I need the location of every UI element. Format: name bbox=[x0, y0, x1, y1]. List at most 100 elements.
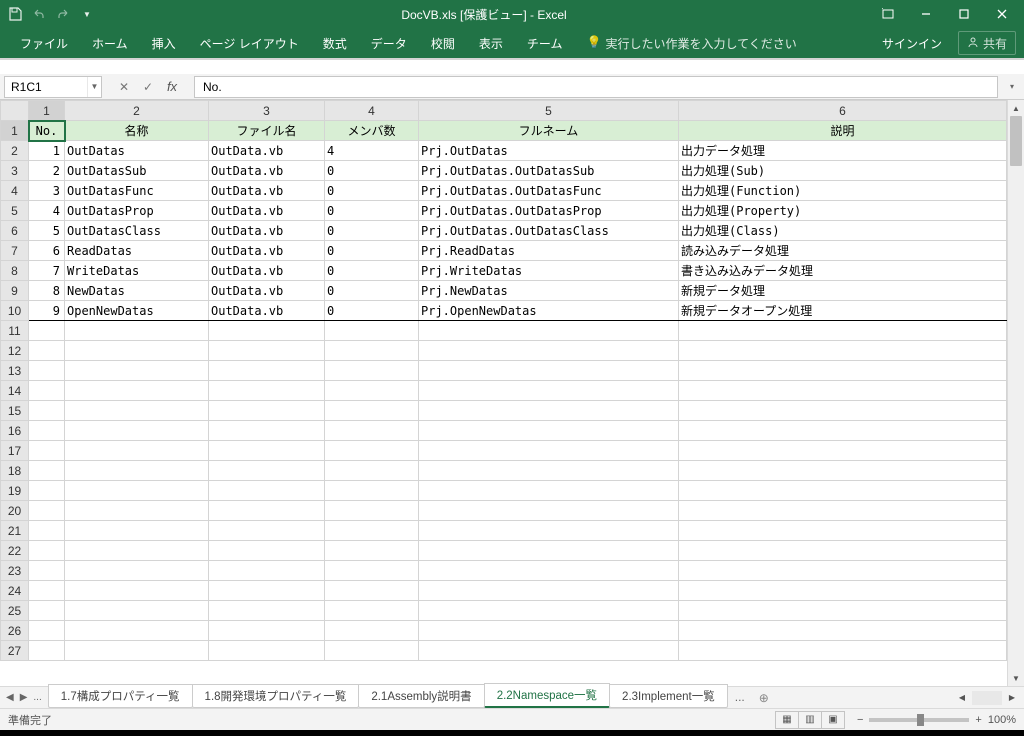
cell[interactable]: 説明 bbox=[679, 121, 1007, 141]
cell[interactable]: 名称 bbox=[65, 121, 209, 141]
name-box[interactable] bbox=[5, 77, 87, 97]
cell[interactable] bbox=[679, 321, 1007, 341]
cell[interactable] bbox=[65, 361, 209, 381]
cell[interactable] bbox=[419, 641, 679, 661]
cell[interactable] bbox=[209, 321, 325, 341]
cell[interactable] bbox=[209, 401, 325, 421]
cell[interactable] bbox=[29, 481, 65, 501]
cell[interactable] bbox=[325, 361, 419, 381]
row-header[interactable]: 26 bbox=[1, 621, 29, 641]
cell[interactable] bbox=[325, 601, 419, 621]
row-header[interactable]: 4 bbox=[1, 181, 29, 201]
sheet-tab[interactable]: 2.2Namespace一覧 bbox=[484, 683, 610, 708]
cell[interactable]: OutDatasClass bbox=[65, 221, 209, 241]
cell[interactable]: No. bbox=[29, 121, 65, 141]
minimize-button[interactable] bbox=[908, 2, 944, 26]
cell[interactable]: 0 bbox=[325, 261, 419, 281]
tab-view[interactable]: 表示 bbox=[467, 28, 515, 58]
cell[interactable] bbox=[29, 341, 65, 361]
fx-icon[interactable]: fx bbox=[162, 77, 182, 97]
cell[interactable] bbox=[679, 601, 1007, 621]
row-header[interactable]: 19 bbox=[1, 481, 29, 501]
tab-nav-prev-icon[interactable]: ◀ bbox=[6, 692, 14, 703]
cell[interactable] bbox=[679, 421, 1007, 441]
cell[interactable] bbox=[29, 601, 65, 621]
view-pagelayout-icon[interactable]: ▥ bbox=[798, 711, 822, 729]
cell[interactable] bbox=[679, 561, 1007, 581]
cell[interactable]: OpenNewDatas bbox=[65, 301, 209, 321]
grid[interactable]: 1234561No.名称ファイル名メンバ数フルネーム説明21OutDatasOu… bbox=[0, 100, 1007, 686]
share-button[interactable]: 共有 bbox=[958, 31, 1016, 55]
tab-insert[interactable]: 挿入 bbox=[140, 28, 188, 58]
cell[interactable] bbox=[209, 441, 325, 461]
cell[interactable]: OutDatasSub bbox=[65, 161, 209, 181]
cell[interactable] bbox=[325, 561, 419, 581]
row-header[interactable]: 21 bbox=[1, 521, 29, 541]
cell[interactable] bbox=[209, 481, 325, 501]
cell[interactable] bbox=[29, 321, 65, 341]
cell[interactable]: OutDatasFunc bbox=[65, 181, 209, 201]
row-header[interactable]: 11 bbox=[1, 321, 29, 341]
cell[interactable] bbox=[419, 421, 679, 441]
cell[interactable] bbox=[419, 321, 679, 341]
cell[interactable]: 8 bbox=[29, 281, 65, 301]
cell[interactable]: OutDatas bbox=[65, 141, 209, 161]
select-all-corner[interactable] bbox=[1, 101, 29, 121]
cell[interactable] bbox=[65, 441, 209, 461]
cell[interactable] bbox=[65, 401, 209, 421]
cell[interactable]: OutData.vb bbox=[209, 301, 325, 321]
new-sheet-button[interactable]: ⊕ bbox=[753, 687, 775, 708]
row-header[interactable]: 17 bbox=[1, 441, 29, 461]
cell[interactable] bbox=[29, 361, 65, 381]
cell[interactable] bbox=[65, 601, 209, 621]
scroll-up-icon[interactable]: ▲ bbox=[1008, 100, 1024, 116]
cell[interactable]: 出力処理(Property) bbox=[679, 201, 1007, 221]
tab-pagelayout[interactable]: ページ レイアウト bbox=[188, 28, 311, 58]
row-header[interactable]: 25 bbox=[1, 601, 29, 621]
sheet-tab[interactable]: 2.3Implement一覧 bbox=[609, 684, 728, 708]
cell[interactable]: Prj.WriteDatas bbox=[419, 261, 679, 281]
row-header[interactable]: 6 bbox=[1, 221, 29, 241]
formula-expand-icon[interactable]: ▾ bbox=[1004, 82, 1020, 91]
cell[interactable] bbox=[325, 321, 419, 341]
tab-data[interactable]: データ bbox=[359, 28, 419, 58]
cell[interactable] bbox=[325, 441, 419, 461]
cell[interactable]: フルネーム bbox=[419, 121, 679, 141]
tab-nav-next-icon[interactable]: ▶ bbox=[20, 692, 28, 703]
hscroll-right-icon[interactable]: ▶ bbox=[1004, 690, 1020, 706]
view-pagebreak-icon[interactable]: ▣ bbox=[821, 711, 845, 729]
row-header[interactable]: 15 bbox=[1, 401, 29, 421]
cell[interactable] bbox=[209, 621, 325, 641]
ribbon-display-icon[interactable] bbox=[870, 2, 906, 26]
cell[interactable] bbox=[29, 581, 65, 601]
name-box-dropdown-icon[interactable]: ▼ bbox=[87, 77, 101, 97]
cell[interactable] bbox=[679, 501, 1007, 521]
cell[interactable]: ReadDatas bbox=[65, 241, 209, 261]
zoom-slider[interactable] bbox=[869, 718, 969, 722]
row-header[interactable]: 16 bbox=[1, 421, 29, 441]
cell[interactable]: 書き込み込みデータ処理 bbox=[679, 261, 1007, 281]
tab-team[interactable]: チーム bbox=[515, 28, 575, 58]
cell[interactable] bbox=[65, 621, 209, 641]
undo-icon[interactable] bbox=[28, 3, 50, 25]
cell[interactable]: 6 bbox=[29, 241, 65, 261]
sheet-tab[interactable]: 1.7構成プロパティ一覧 bbox=[48, 684, 193, 708]
qat-customize-icon[interactable]: ▼ bbox=[76, 3, 98, 25]
row-header[interactable]: 18 bbox=[1, 461, 29, 481]
cell[interactable]: メンバ数 bbox=[325, 121, 419, 141]
cell[interactable]: 4 bbox=[325, 141, 419, 161]
cell[interactable] bbox=[419, 341, 679, 361]
cell[interactable] bbox=[209, 581, 325, 601]
cell[interactable] bbox=[325, 521, 419, 541]
cell[interactable] bbox=[679, 401, 1007, 421]
tell-me[interactable]: 💡 実行したい作業を入力してください bbox=[574, 28, 808, 58]
cell[interactable] bbox=[679, 481, 1007, 501]
scroll-down-icon[interactable]: ▼ bbox=[1008, 670, 1024, 686]
cell[interactable]: Prj.OutDatas.OutDatasProp bbox=[419, 201, 679, 221]
cell[interactable]: OutData.vb bbox=[209, 181, 325, 201]
cell[interactable] bbox=[209, 381, 325, 401]
cell[interactable]: 0 bbox=[325, 161, 419, 181]
cell[interactable] bbox=[325, 421, 419, 441]
cell[interactable]: 1 bbox=[29, 141, 65, 161]
tab-nav-more-right[interactable]: ... bbox=[727, 687, 753, 708]
